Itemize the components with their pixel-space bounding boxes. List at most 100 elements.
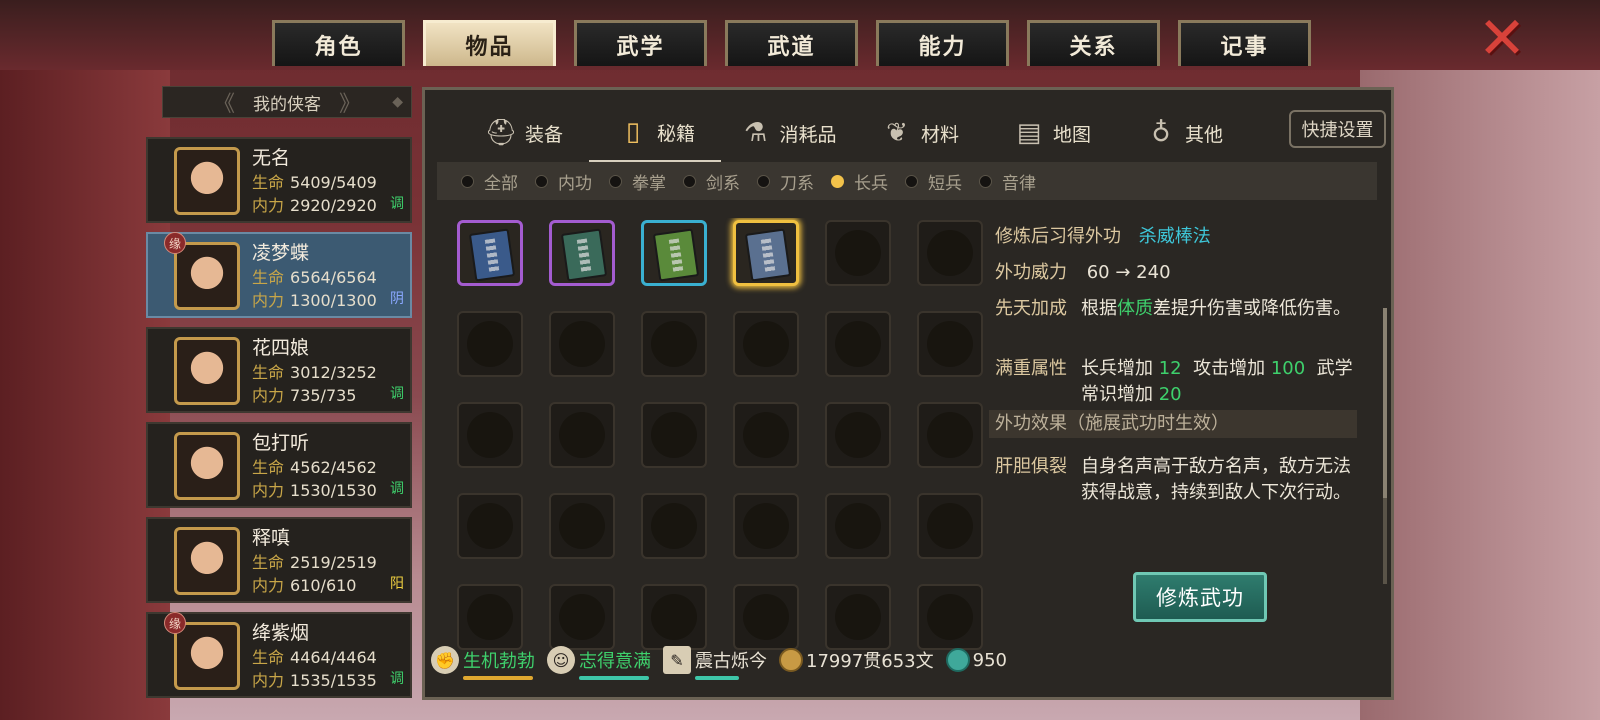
jade-display: 950 xyxy=(945,648,1007,672)
filter-inner[interactable]: 内功 xyxy=(535,169,592,194)
detail-effect-text: 自身名声高于敌方名声，敌方无法获得战意，持续到敌人下次行动。 xyxy=(1081,456,1351,503)
roster-card[interactable]: 缘 凌梦蝶 生命 6564/6564 内力 1300/1300 阴 xyxy=(146,232,412,318)
empty-slot[interactable] xyxy=(733,402,799,468)
empty-slot[interactable] xyxy=(641,311,707,377)
filter-blade[interactable]: 刀系 xyxy=(757,169,814,194)
inventory-item-slot[interactable] xyxy=(457,220,523,286)
jade-value: 950 xyxy=(972,649,1007,671)
jade-icon xyxy=(945,648,970,672)
empty-slot[interactable] xyxy=(549,402,615,468)
avatar xyxy=(174,242,240,310)
status-label: 志得意满 xyxy=(579,651,651,672)
empty-slot[interactable] xyxy=(825,311,891,377)
empty-slot[interactable] xyxy=(457,402,523,468)
top-tab-bar: 角色 物品 武学 武道 能力 关系 记事 xyxy=(272,20,1311,66)
mp-label: 内力 xyxy=(252,671,285,690)
category-consumables[interactable]: ⚗ 消耗品 xyxy=(721,104,853,162)
category-label: 其他 xyxy=(1184,123,1223,146)
detail-innate-text: 根据体质差提升伤害或降低伤害。 xyxy=(1081,296,1363,322)
tab-abilities[interactable]: 能力 xyxy=(876,20,1009,66)
category-other[interactable]: ♁ 其他 xyxy=(1117,104,1249,162)
tab-journal[interactable]: 记事 xyxy=(1178,20,1311,66)
roster-card[interactable]: 包打听 生命 4562/4562 内力 1530/1530 调 xyxy=(146,422,412,508)
train-martial-art-button[interactable]: 修炼武功 xyxy=(1133,572,1267,622)
background-right xyxy=(1360,0,1600,720)
bond-mark-icon: 缘 xyxy=(164,612,186,634)
tab-relations[interactable]: 关系 xyxy=(1027,20,1160,66)
category-equipment[interactable]: ⛑ 装备 xyxy=(457,104,589,162)
status-label: 震古烁今 xyxy=(695,651,767,672)
avatar xyxy=(174,527,240,595)
mp-row: 内力 1300/1300 xyxy=(252,287,377,311)
roster-list: 无名 生命 5409/5409 内力 2920/2920 调 缘 凌梦蝶 生命 656… xyxy=(146,137,412,707)
slot-hole xyxy=(559,594,605,640)
quick-settings-button[interactable]: 快捷设置 xyxy=(1289,110,1386,148)
detail-effect-label: 肝胆俱裂 xyxy=(995,456,1067,477)
roster-card[interactable]: 无名 生命 5409/5409 内力 2920/2920 调 xyxy=(146,137,412,223)
inventory-item-slot[interactable] xyxy=(549,220,615,286)
filter-all[interactable]: 全部 xyxy=(461,169,518,194)
hp-row: 生命 5409/5409 xyxy=(252,169,377,193)
hp-value: 5409/5409 xyxy=(290,173,377,192)
slot-hole xyxy=(651,594,697,640)
filter-label: 剑系 xyxy=(706,173,740,194)
empty-slot[interactable] xyxy=(825,493,891,559)
slot-hole xyxy=(467,321,513,367)
empty-slot[interactable] xyxy=(549,493,615,559)
close-x-icon[interactable]: ✕ xyxy=(1474,9,1530,68)
category-tabs: ⛑ 装备 ▯ 秘籍 ⚗ 消耗品 ❦ 材料 ▤ 地图 ♁ 其他 xyxy=(457,104,1249,162)
category-manuals[interactable]: ▯ 秘籍 xyxy=(589,104,721,162)
status-tag: 调 xyxy=(390,196,404,212)
empty-slot[interactable] xyxy=(917,493,983,559)
roster-card[interactable]: 缘 绛紫烟 生命 4464/4464 内力 1535/1535 调 xyxy=(146,612,412,698)
empty-slot[interactable] xyxy=(549,311,615,377)
potion-icon: ⚗ xyxy=(743,118,768,148)
hp-row: 生命 3012/3252 xyxy=(252,359,377,383)
detail-innate-label: 先天加成 xyxy=(995,298,1067,319)
empty-slot[interactable] xyxy=(917,311,983,377)
tab-martial-arts[interactable]: 武学 xyxy=(574,20,707,66)
category-materials[interactable]: ❦ 材料 xyxy=(853,104,985,162)
tab-items[interactable]: 物品 xyxy=(423,20,556,66)
slot-hole xyxy=(835,594,881,640)
empty-slot[interactable] xyxy=(641,493,707,559)
hp-value: 3012/3252 xyxy=(290,363,377,382)
hp-label: 生命 xyxy=(252,363,285,382)
avatar xyxy=(174,622,240,690)
tab-martial-way[interactable]: 武道 xyxy=(725,20,858,66)
slot-hole xyxy=(835,230,881,276)
slot-hole xyxy=(927,321,973,367)
slot-hole xyxy=(835,321,881,367)
empty-slot[interactable] xyxy=(733,311,799,377)
hp-value: 6564/6564 xyxy=(290,268,377,287)
empty-slot[interactable] xyxy=(457,493,523,559)
filter-music[interactable]: 音律 xyxy=(979,169,1036,194)
character-name: 包打听 xyxy=(252,432,310,454)
filter-polearm[interactable]: 长兵 xyxy=(831,169,888,194)
empty-slot[interactable] xyxy=(733,493,799,559)
empty-slot[interactable] xyxy=(917,402,983,468)
roster-card[interactable]: 释嗔 生命 2519/2519 内力 610/610 阳 xyxy=(146,517,412,603)
empty-slot[interactable] xyxy=(825,402,891,468)
slot-hole xyxy=(743,321,789,367)
roster-title: 我的侠客 xyxy=(253,94,321,115)
empty-slot[interactable] xyxy=(917,220,983,286)
roster-card[interactable]: 花四娘 生命 3012/3252 内力 735/735 调 xyxy=(146,327,412,413)
mp-label: 内力 xyxy=(252,291,285,310)
empty-slot[interactable] xyxy=(641,402,707,468)
detail-scroll-thumb[interactable] xyxy=(1383,308,1387,498)
inventory-item-slot[interactable] xyxy=(641,220,707,286)
filter-sword[interactable]: 剑系 xyxy=(683,169,740,194)
tab-character[interactable]: 角色 xyxy=(272,20,405,66)
slot-hole xyxy=(651,503,697,549)
filter-short[interactable]: 短兵 xyxy=(905,169,962,194)
status-fame: ✎ 震古烁今 xyxy=(663,646,767,680)
category-maps[interactable]: ▤ 地图 xyxy=(985,104,1117,162)
inventory-item-slot[interactable] xyxy=(733,220,799,286)
empty-slot[interactable] xyxy=(457,311,523,377)
innate-pre: 根据 xyxy=(1081,298,1117,319)
empty-slot[interactable] xyxy=(825,220,891,286)
hp-row: 生命 4562/4562 xyxy=(252,454,377,478)
filter-fist[interactable]: 拳掌 xyxy=(609,169,666,194)
mp-value: 610/610 xyxy=(290,576,357,595)
